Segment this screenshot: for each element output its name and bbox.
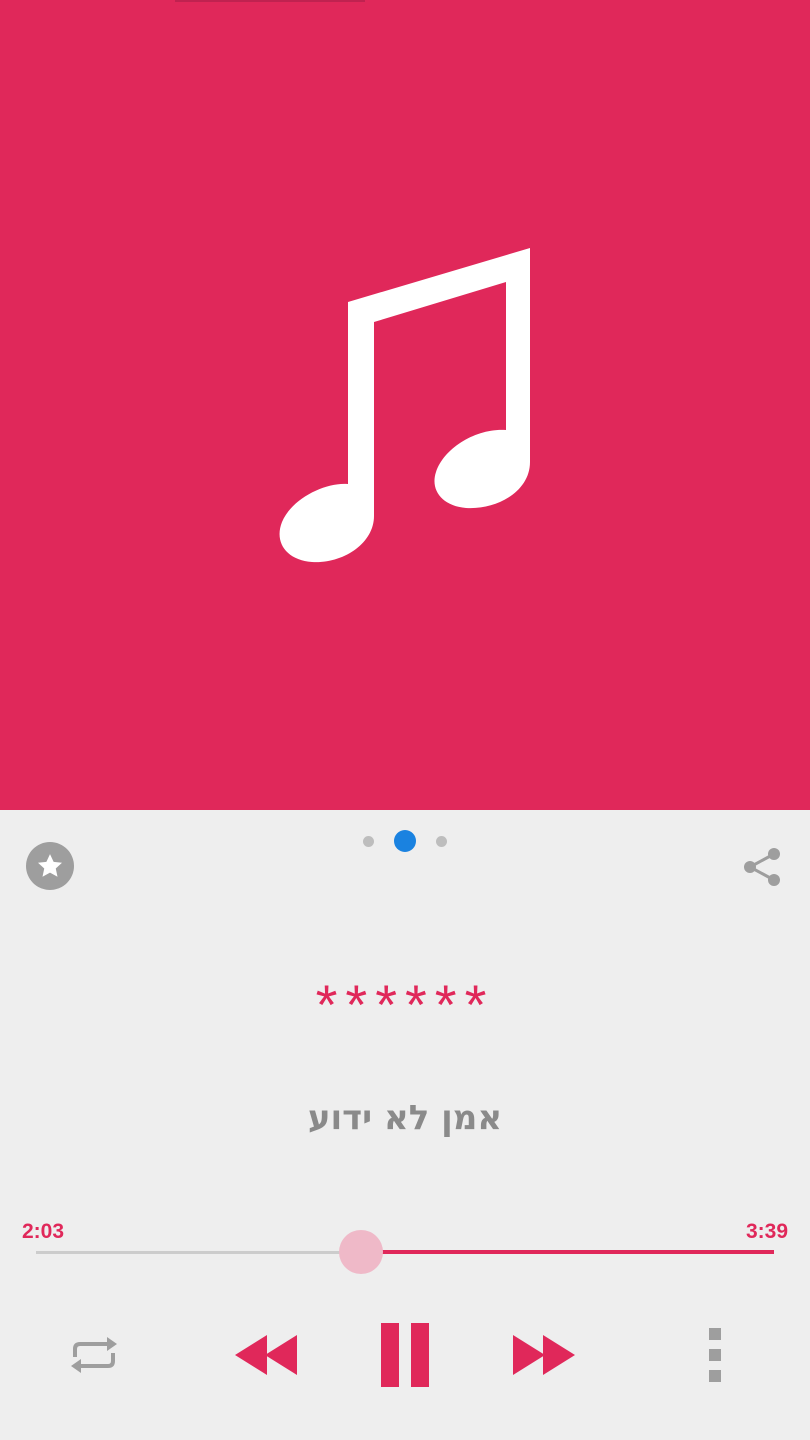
rewind-button[interactable] <box>230 1325 302 1385</box>
page-dot[interactable] <box>363 835 374 847</box>
page-dot[interactable] <box>436 835 447 847</box>
more-vertical-icon <box>709 1328 721 1382</box>
track-artist: אמן לא ידוע <box>307 1098 503 1138</box>
favorite-button[interactable] <box>26 842 74 890</box>
page-indicator <box>0 829 810 853</box>
pause-icon <box>381 1323 429 1387</box>
playback-controls <box>0 1315 810 1395</box>
seek-bar[interactable] <box>36 1229 774 1275</box>
seek-track-remaining <box>36 1251 361 1254</box>
seek-thumb[interactable] <box>339 1230 383 1274</box>
track-title: ****** <box>315 973 495 1036</box>
play-pause-button[interactable] <box>372 1317 438 1393</box>
status-indicator-line <box>175 0 365 2</box>
music-note-icon <box>279 248 530 563</box>
fast-forward-button[interactable] <box>508 1325 580 1385</box>
fast-forward-icon <box>513 1335 575 1375</box>
rewind-icon <box>235 1335 297 1375</box>
repeat-icon <box>71 1337 117 1373</box>
more-options-button[interactable] <box>695 1323 735 1387</box>
album-art <box>0 0 810 810</box>
repeat-button[interactable] <box>64 1327 124 1383</box>
share-icon <box>744 848 780 886</box>
page-dot-active[interactable] <box>394 830 416 852</box>
share-button[interactable] <box>736 842 786 892</box>
seek-track-played <box>361 1250 774 1254</box>
star-icon <box>38 854 62 877</box>
